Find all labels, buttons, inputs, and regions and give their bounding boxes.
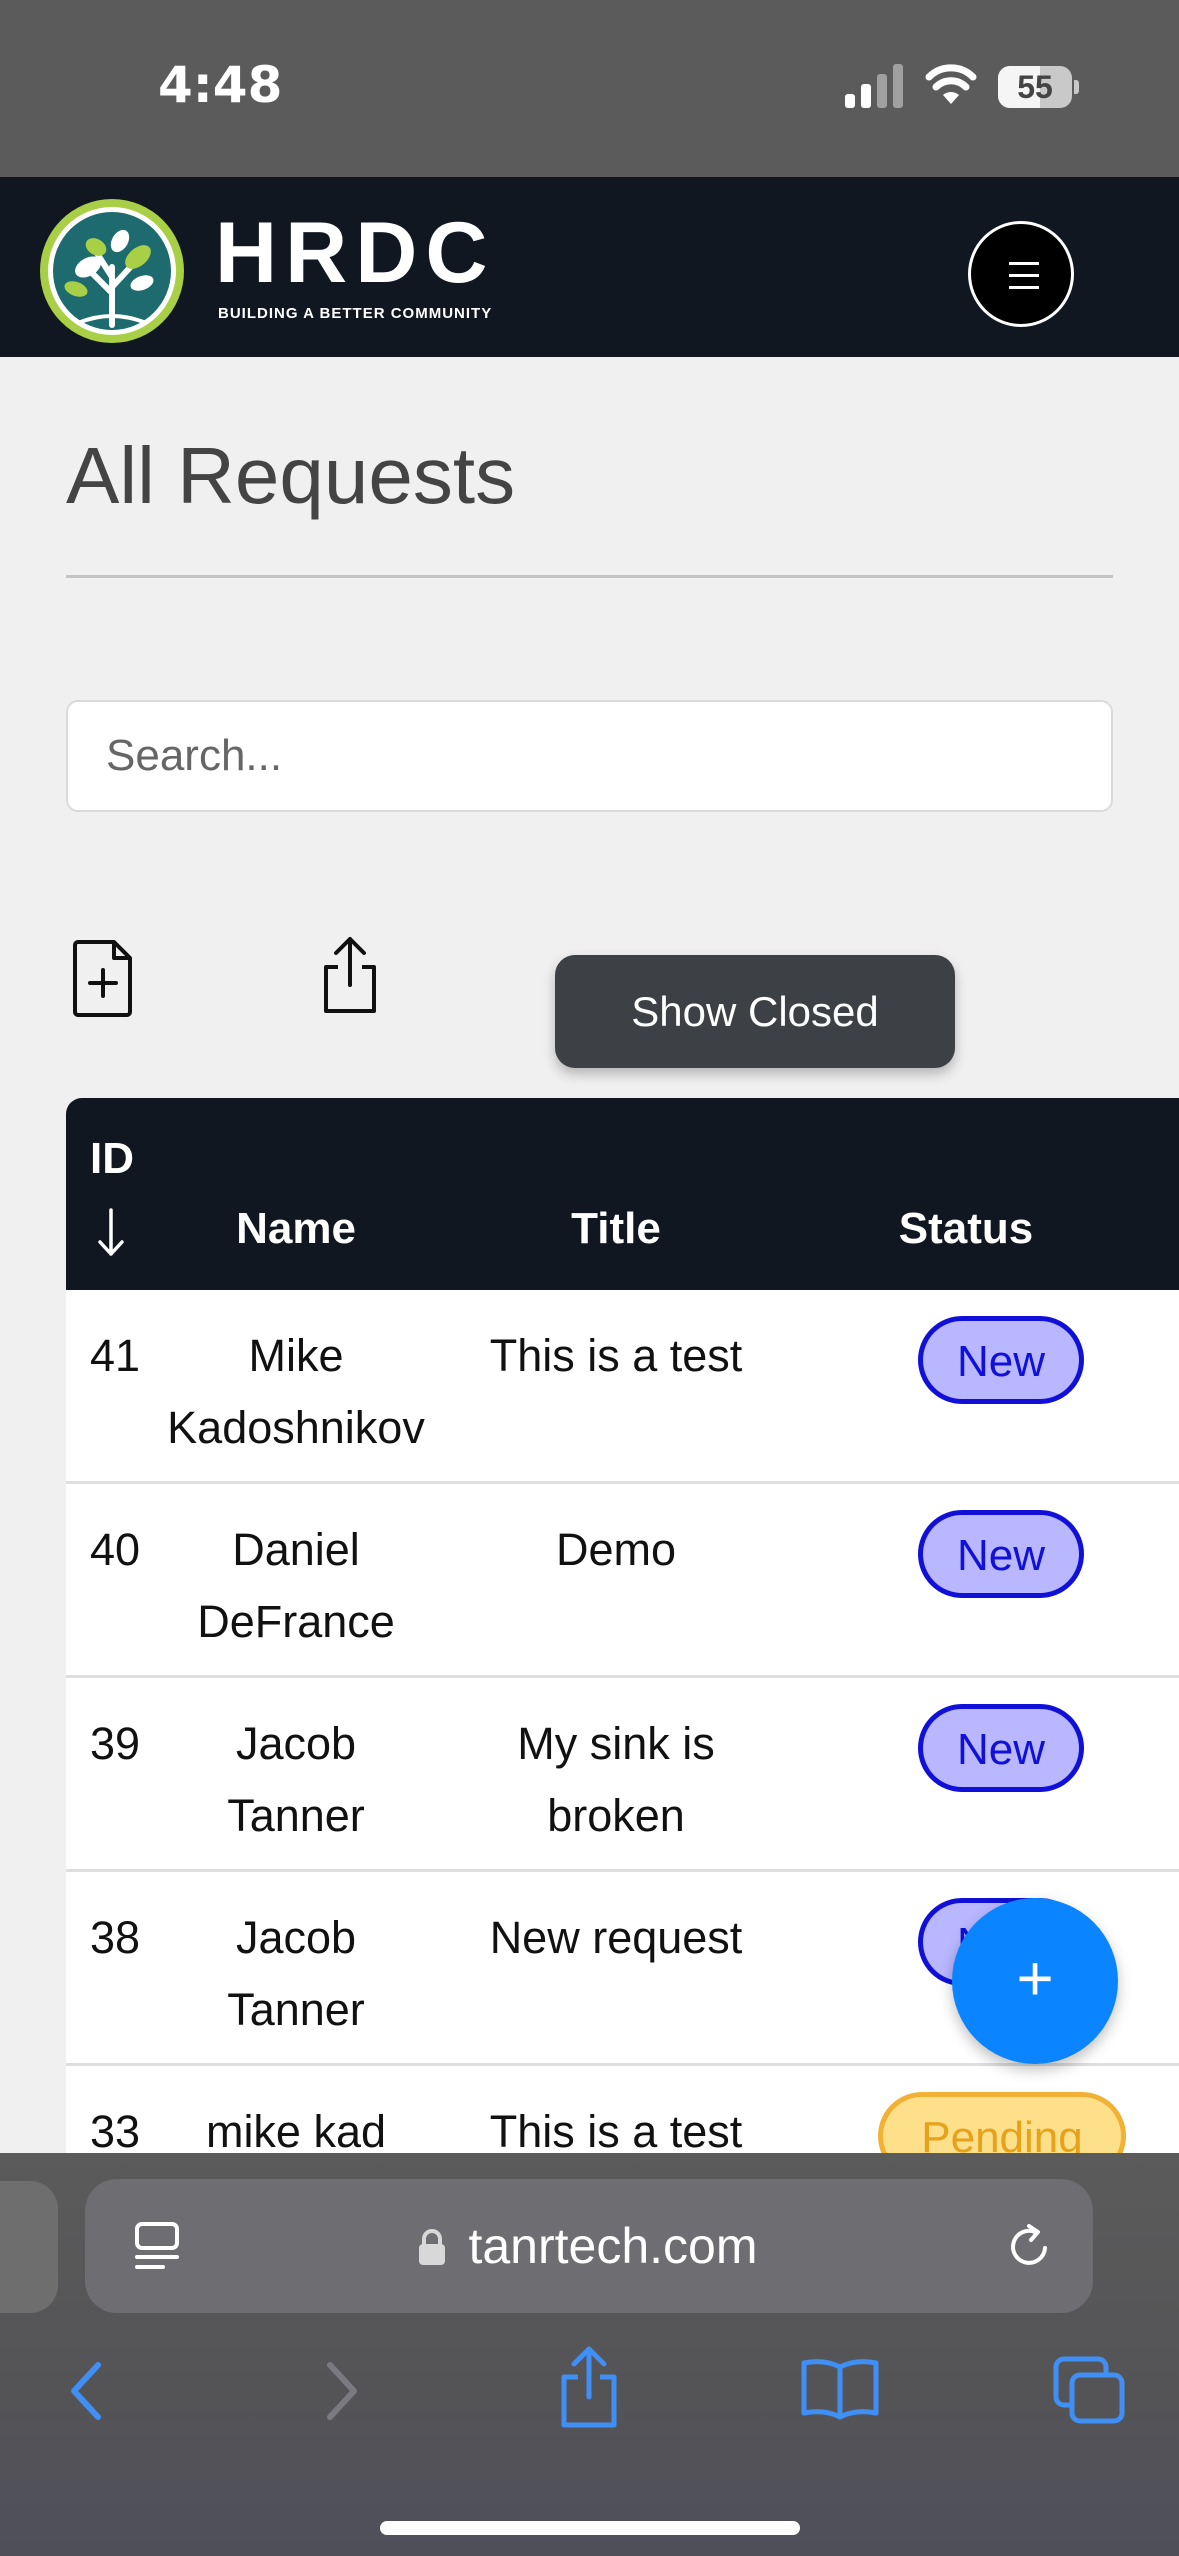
cell-name: Mike Kadoshnikov bbox=[167, 1330, 425, 1453]
cell-title: Demo bbox=[555, 1524, 677, 1575]
table-row[interactable]: 40 Daniel DeFrance Demo New bbox=[66, 1484, 1179, 1678]
hamburger-icon bbox=[1009, 262, 1039, 265]
app-header: HRDC BUILDING A BETTER COMMUNITY bbox=[0, 177, 1179, 357]
back-icon[interactable] bbox=[66, 2359, 106, 2423]
status-badge: New bbox=[918, 1510, 1084, 1598]
cellular-signal-icon bbox=[845, 64, 903, 108]
column-header-name[interactable]: Name bbox=[166, 1204, 426, 1254]
cell-name: Jacob Tanner bbox=[227, 1912, 365, 2035]
brand-name: HRDC bbox=[215, 205, 496, 301]
cell-id: 33 bbox=[90, 2106, 141, 2153]
home-indicator bbox=[380, 2521, 800, 2535]
brand-tagline: BUILDING A BETTER COMMUNITY bbox=[218, 305, 493, 322]
sort-descending-icon[interactable] bbox=[96, 1208, 126, 1258]
cell-id: 40 bbox=[90, 1524, 141, 1575]
status-time: 4:48 bbox=[158, 56, 283, 114]
cell-name: mike kad bbox=[205, 2106, 387, 2153]
column-header-status[interactable]: Status bbox=[816, 1204, 1116, 1254]
reload-icon[interactable] bbox=[1005, 2221, 1055, 2271]
add-request-button[interactable]: + bbox=[952, 1898, 1118, 2064]
cell-id: 39 bbox=[90, 1718, 141, 1769]
wifi-icon bbox=[925, 64, 977, 104]
cell-title: My sink is broken bbox=[517, 1718, 715, 1841]
cell-name: Jacob Tanner bbox=[227, 1718, 365, 1841]
menu-button[interactable] bbox=[968, 221, 1074, 327]
title-divider bbox=[66, 575, 1113, 578]
battery-level: 55 bbox=[1017, 69, 1053, 105]
show-closed-button[interactable]: Show Closed bbox=[555, 955, 955, 1068]
table-header: ID Name Title Status bbox=[66, 1098, 1179, 1290]
hrdc-tree-logo-icon[interactable] bbox=[38, 197, 186, 345]
new-file-icon[interactable] bbox=[70, 938, 138, 1018]
battery-icon: 55 bbox=[998, 66, 1079, 108]
table-row[interactable]: 39 Jacob Tanner My sink is broken New bbox=[66, 1678, 1179, 1872]
page-title: All Requests bbox=[66, 431, 516, 520]
column-header-id[interactable]: ID bbox=[90, 1134, 134, 1184]
status-badge: New bbox=[918, 1704, 1084, 1792]
cell-id: 41 bbox=[90, 1330, 141, 1381]
url-text: tanrtech.com bbox=[468, 2218, 758, 2274]
address-bar[interactable]: tanrtech.com bbox=[85, 2179, 1093, 2313]
cell-id: 38 bbox=[90, 1912, 141, 1963]
status-bar: 4:48 55 bbox=[0, 0, 1179, 177]
table-row[interactable]: 33 mike kad This is a test Pending bbox=[66, 2066, 1179, 2153]
forward-icon[interactable] bbox=[322, 2359, 362, 2423]
search-input[interactable] bbox=[66, 700, 1113, 812]
export-share-icon[interactable] bbox=[316, 935, 384, 1015]
cell-title: This is a test bbox=[489, 2106, 743, 2153]
column-header-title[interactable]: Title bbox=[466, 1204, 766, 1254]
browser-toolbar: tanrtech.com bbox=[0, 2153, 1179, 2556]
tabs-icon[interactable] bbox=[1052, 2355, 1126, 2425]
status-badge: Pending bbox=[878, 2092, 1126, 2153]
cell-title: New request bbox=[489, 1912, 743, 1963]
share-icon[interactable] bbox=[556, 2345, 622, 2429]
cell-name: Daniel DeFrance bbox=[197, 1524, 395, 1647]
cell-title: This is a test bbox=[489, 1330, 743, 1381]
status-badge: New bbox=[918, 1316, 1084, 1404]
table-row[interactable]: 41 Mike Kadoshnikov This is a test New bbox=[66, 1290, 1179, 1484]
bookmarks-icon[interactable] bbox=[800, 2357, 880, 2421]
previous-tab-preview[interactable] bbox=[0, 2181, 58, 2313]
